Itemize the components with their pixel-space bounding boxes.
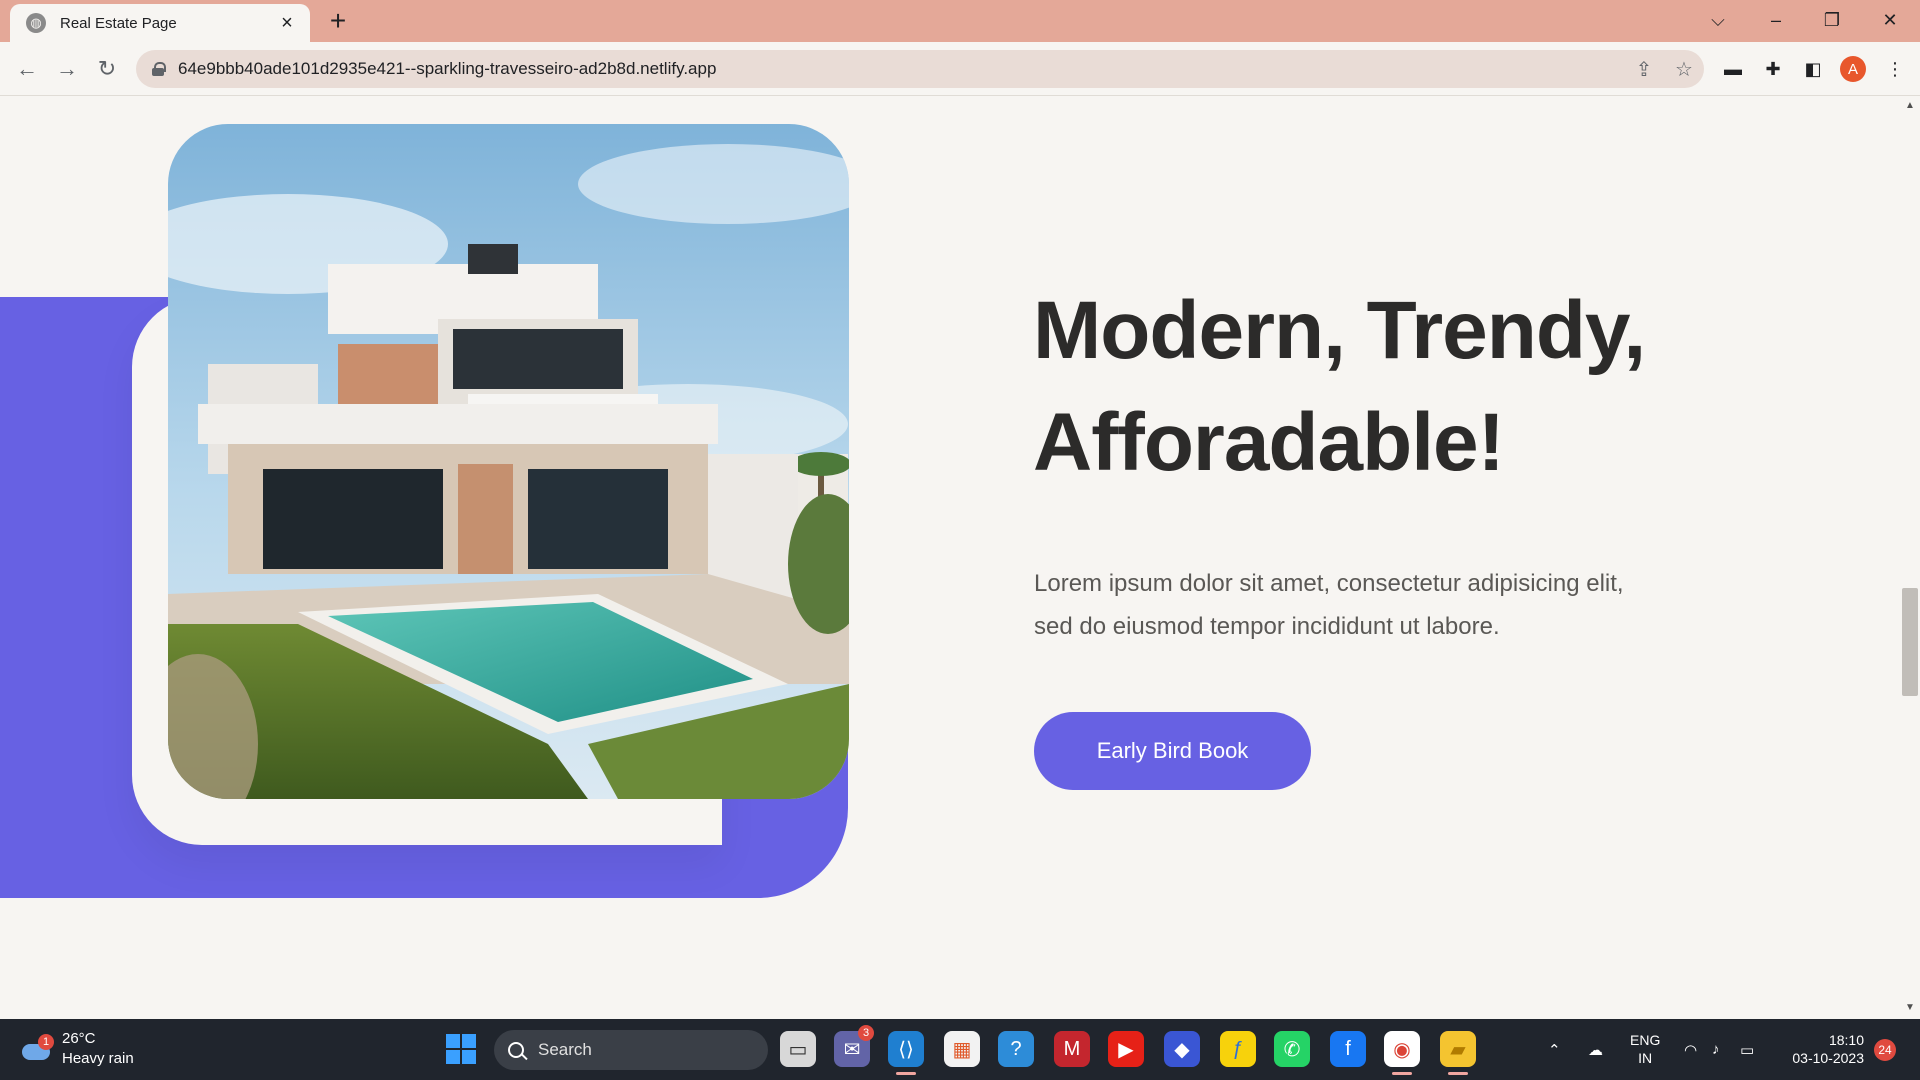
forward-button[interactable]: → [50,52,84,86]
scroll-up-arrow-icon[interactable]: ▲ [1902,100,1918,111]
modern-villa-photo [168,124,849,799]
language-line-2: IN [1638,1050,1653,1066]
hero-description: Lorem ipsum dolor sit amet, consectetur … [1034,562,1674,648]
weather-condition: Heavy rain [62,1050,134,1067]
notification-count-badge[interactable]: 24 [1874,1039,1896,1061]
side-panel-icon[interactable]: ◧ [1798,54,1828,84]
new-tab-button[interactable]: + [322,6,354,38]
tab-title: Real Estate Page [60,14,177,32]
extensions-puzzle-icon[interactable]: ✚ [1758,54,1788,84]
hero-heading-line-2: Afforadable! [1033,397,1505,488]
chrome-icon[interactable]: ◉ [1384,1031,1420,1075]
page-scrollbar[interactable] [1900,97,1920,1019]
onedrive-error-icon[interactable]: ☁ [1588,1019,1603,1080]
file-explorer-icon[interactable]: ▰ [1440,1031,1476,1075]
address-bar[interactable]: 64e9bbb40ade101d2935e421--sparkling-trav… [136,50,1704,88]
volume-icon[interactable]: ♪ [1712,1019,1720,1080]
whatsapp-icon[interactable]: ✆ [1274,1031,1310,1067]
vscode-icon[interactable]: ⟨⟩ [888,1031,924,1075]
clock-date: 03-10-2023 [1792,1050,1864,1066]
language-indicator[interactable]: ENG IN [1630,1031,1660,1067]
search-icon [508,1042,524,1058]
system-clock[interactable]: 18:10 03-10-2023 [1782,1031,1864,1067]
weather-temperature: 26°C [62,1030,96,1047]
show-hidden-icons-chevron-icon[interactable]: ⌃ [1548,1019,1561,1080]
profile-avatar[interactable]: A [1840,56,1866,82]
hero-heading: Modern, Trendy, Afforadable! [1033,275,1733,499]
cast-icon[interactable]: ▬ [1718,54,1748,84]
taskbar-search-box[interactable]: Search [494,1030,768,1070]
help-icon[interactable]: ? [998,1031,1034,1067]
teams-chat-icon[interactable]: ✉ 3 [834,1025,874,1067]
copilot-icon[interactable]: ◆ [1164,1031,1200,1067]
scroll-down-arrow-icon[interactable]: ▼ [1902,1002,1918,1013]
hero-description-line-1: Lorem ipsum dolor sit amet, consectetur … [1034,570,1624,597]
url-text[interactable]: 64e9bbb40ade101d2935e421--sparkling-trav… [178,59,1624,79]
windows-taskbar: 1 26°C Heavy rain Search ▭ ✉ 3 ⟨⟩ ▦ ? M … [0,1019,1920,1080]
page-viewport: Modern, Trendy, Afforadable! Lorem ipsum… [0,97,1920,1019]
early-bird-book-button[interactable]: Early Bird Book [1034,712,1311,790]
search-label: Search [538,1040,592,1059]
language-line-1: ENG [1630,1032,1661,1048]
battery-icon[interactable]: ▭ [1740,1019,1754,1080]
close-window-button[interactable]: ✕ [1862,0,1918,40]
villa-illustration [168,124,849,799]
mcafee-icon[interactable]: M [1054,1031,1090,1067]
youtube-icon[interactable]: ▶ [1108,1031,1144,1067]
browser-tab[interactable]: ◍ Real Estate Page × [10,4,310,42]
browser-menu-icon[interactable]: ⋮ [1880,54,1910,84]
globe-icon: ◍ [26,13,46,33]
reload-button[interactable]: ↻ [90,52,124,86]
tab-search-chevron-icon[interactable]: ⌵ [1690,0,1746,40]
hero-description-line-2: sed do eiusmod tempor incididunt ut labo… [1034,613,1500,640]
microsoft-store-icon[interactable]: ▦ [944,1031,980,1067]
close-tab-icon[interactable]: × [276,13,298,33]
facebook-icon[interactable]: f [1330,1031,1366,1067]
rain-cloud-icon: 1 [20,1034,54,1064]
windows-start-icon[interactable] [446,1034,476,1064]
scrollbar-thumb[interactable] [1902,588,1918,696]
flipkart-icon[interactable]: ƒ [1220,1031,1256,1067]
browser-toolbar: ← → ↻ 64e9bbb40ade101d2935e421--sparklin… [0,42,1920,96]
weather-badge: 1 [38,1034,54,1050]
weather-widget[interactable]: 1 26°C Heavy rain [20,1029,134,1069]
back-button[interactable]: ← [10,52,44,86]
lock-icon[interactable] [152,62,166,76]
wifi-icon[interactable]: ◠ [1684,1019,1697,1080]
restore-button[interactable]: ❐ [1804,0,1860,40]
clock-time: 18:10 [1828,1032,1864,1048]
browser-tab-strip: ◍ Real Estate Page × + ⌵ – ❐ ✕ [0,0,1920,42]
share-icon[interactable]: ⇪ [1624,57,1664,82]
minimize-button[interactable]: – [1748,0,1804,40]
teams-badge: 3 [858,1025,874,1041]
task-view-icon[interactable]: ▭ [780,1031,816,1067]
hero-heading-line-1: Modern, Trendy, [1033,285,1646,376]
bookmark-star-icon[interactable]: ☆ [1664,57,1704,82]
